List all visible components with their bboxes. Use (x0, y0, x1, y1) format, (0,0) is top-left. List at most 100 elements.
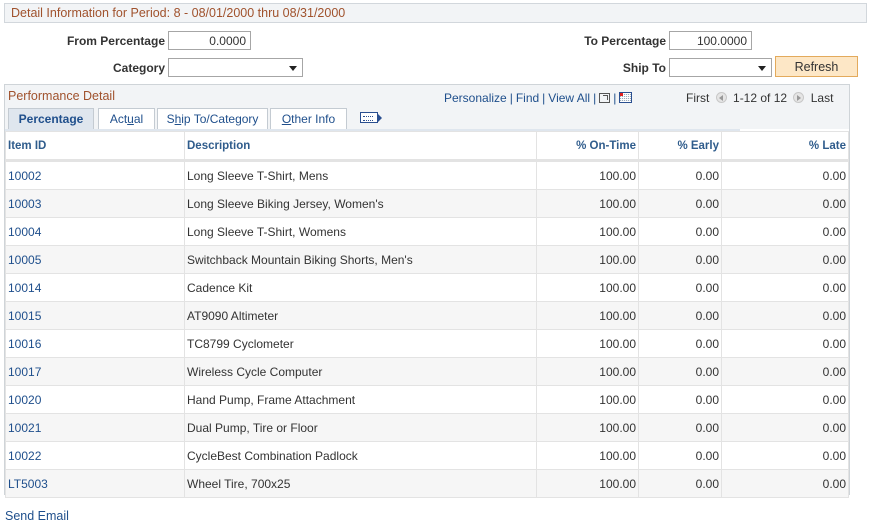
column-header-item-id[interactable]: Item ID (5, 131, 185, 162)
tab-percentage[interactable]: Percentage (8, 108, 94, 129)
column-header-description[interactable]: Description (184, 131, 537, 162)
grid-pager: First 1-12 of 12 Last (686, 91, 833, 105)
item-id-link[interactable]: 10014 (8, 281, 41, 295)
refresh-button[interactable]: Refresh (775, 56, 858, 77)
late-cell: 0.00 (721, 217, 849, 246)
item-id-link[interactable]: 10021 (8, 421, 41, 435)
description-cell: Long Sleeve T-Shirt, Mens (184, 160, 537, 190)
table-header-row: Item ID Description % On-Time % Early % … (5, 131, 849, 162)
category-select[interactable] (168, 58, 303, 77)
item-id-link[interactable]: 10022 (8, 449, 41, 463)
show-all-columns-icon[interactable] (360, 112, 382, 123)
on-time-cell: 100.00 (536, 441, 639, 470)
grid-tabs: Percentage Actual Ship To/Category Other… (5, 108, 849, 130)
nav-separator: | (542, 91, 546, 105)
late-cell: 0.00 (721, 413, 849, 442)
nav-separator: | (593, 91, 597, 105)
item-id-cell: LT5003 (5, 469, 185, 498)
table-row: 10016 TC8799 Cyclometer 100.00 0.00 0.00 (5, 329, 849, 358)
on-time-cell: 100.00 (536, 245, 639, 274)
from-percentage-label: From Percentage (66, 34, 165, 48)
item-id-cell: 10005 (5, 245, 185, 274)
find-link[interactable]: Find (516, 91, 539, 105)
period-title: Detail Information for Period: 8 - 08/01… (11, 6, 346, 20)
item-id-cell: 10017 (5, 357, 185, 386)
item-id-link[interactable]: 10002 (8, 169, 41, 183)
personalize-link[interactable]: Personalize (444, 91, 507, 105)
late-cell: 0.00 (721, 273, 849, 302)
item-id-cell: 10002 (5, 160, 185, 190)
tab-other-info[interactable]: Other Info (270, 108, 347, 129)
description-cell: Long Sleeve Biking Jersey, Women's (184, 189, 537, 218)
grid-title: Performance Detail (8, 89, 115, 103)
performance-detail-grid: Performance Detail Personalize | Find | View… (4, 84, 850, 498)
item-id-link[interactable]: 10016 (8, 337, 41, 351)
nav-separator: | (613, 91, 617, 105)
item-id-cell: 10022 (5, 441, 185, 470)
late-cell: 0.00 (721, 441, 849, 470)
item-id-link[interactable]: 10017 (8, 365, 41, 379)
description-cell: Long Sleeve T-Shirt, Womens (184, 217, 537, 246)
download-spreadsheet-icon[interactable] (619, 92, 633, 103)
table-row: 10017 Wireless Cycle Computer 100.00 0.00 0.… (5, 357, 849, 386)
view-all-link[interactable]: View All (548, 91, 590, 105)
previous-page-icon[interactable] (715, 92, 727, 103)
ship-to-select[interactable] (669, 58, 772, 77)
column-header-on-time[interactable]: % On-Time (536, 131, 639, 162)
late-cell: 0.00 (721, 469, 849, 498)
to-percentage-input[interactable] (669, 31, 752, 50)
column-header-late[interactable]: % Late (721, 131, 849, 162)
tab-ship-to-category[interactable]: Ship To/Category (157, 108, 268, 129)
early-cell: 0.00 (638, 217, 722, 246)
late-cell: 0.00 (721, 301, 849, 330)
description-cell: Hand Pump, Frame Attachment (184, 385, 537, 414)
table-row: 10020 Hand Pump, Frame Attachment 100.00 0.… (5, 385, 849, 414)
zoom-grid-icon[interactable] (599, 93, 611, 103)
table-row: 10005 Switchback Mountain Biking Shorts, … (5, 245, 849, 274)
item-id-link[interactable]: 10015 (8, 309, 41, 323)
early-cell: 0.00 (638, 301, 722, 330)
description-cell: AT9090 Altimeter (184, 301, 537, 330)
item-id-cell: 10014 (5, 273, 185, 302)
ship-to-label: Ship To (622, 61, 666, 75)
table-row: 10014 Cadence Kit 100.00 0.00 0.00 (5, 273, 849, 302)
on-time-cell: 100.00 (536, 469, 639, 498)
item-id-cell: 10016 (5, 329, 185, 358)
table-row: 10004 Long Sleeve T-Shirt, Womens 100.00 0.… (5, 217, 849, 246)
item-id-link[interactable]: LT5003 (8, 477, 48, 491)
on-time-cell: 100.00 (536, 413, 639, 442)
chevron-down-icon (758, 66, 766, 71)
description-cell: Cadence Kit (184, 273, 537, 302)
from-percentage-input[interactable] (168, 31, 251, 50)
early-cell: 0.00 (638, 357, 722, 386)
description-cell: CycleBest Combination Padlock (184, 441, 537, 470)
pager-last[interactable]: Last (811, 91, 834, 105)
early-cell: 0.00 (638, 329, 722, 358)
late-cell: 0.00 (721, 385, 849, 414)
late-cell: 0.00 (721, 189, 849, 218)
on-time-cell: 100.00 (536, 217, 639, 246)
on-time-cell: 100.00 (536, 189, 639, 218)
nav-separator: | (509, 91, 513, 105)
item-id-cell: 10015 (5, 301, 185, 330)
category-label: Category (112, 61, 165, 75)
item-id-cell: 10003 (5, 189, 185, 218)
early-cell: 0.00 (638, 160, 722, 190)
early-cell: 0.00 (638, 413, 722, 442)
late-cell: 0.00 (721, 245, 849, 274)
pager-first[interactable]: First (686, 91, 709, 105)
pager-range: 1-12 of 12 (733, 91, 788, 105)
early-cell: 0.00 (638, 441, 722, 470)
item-id-link[interactable]: 10004 (8, 225, 41, 239)
item-id-link[interactable]: 10020 (8, 393, 41, 407)
column-header-early[interactable]: % Early (638, 131, 722, 162)
on-time-cell: 100.00 (536, 160, 639, 190)
tab-actual[interactable]: Actual (98, 108, 155, 129)
grid-header-bar: Performance Detail Personalize | Find | View… (5, 85, 849, 131)
next-page-icon[interactable] (793, 92, 805, 103)
item-id-link[interactable]: 10003 (8, 197, 41, 211)
item-id-link[interactable]: 10005 (8, 253, 41, 267)
send-email-link[interactable]: Send Email (5, 509, 69, 523)
description-cell: Dual Pump, Tire or Floor (184, 413, 537, 442)
early-cell: 0.00 (638, 469, 722, 498)
